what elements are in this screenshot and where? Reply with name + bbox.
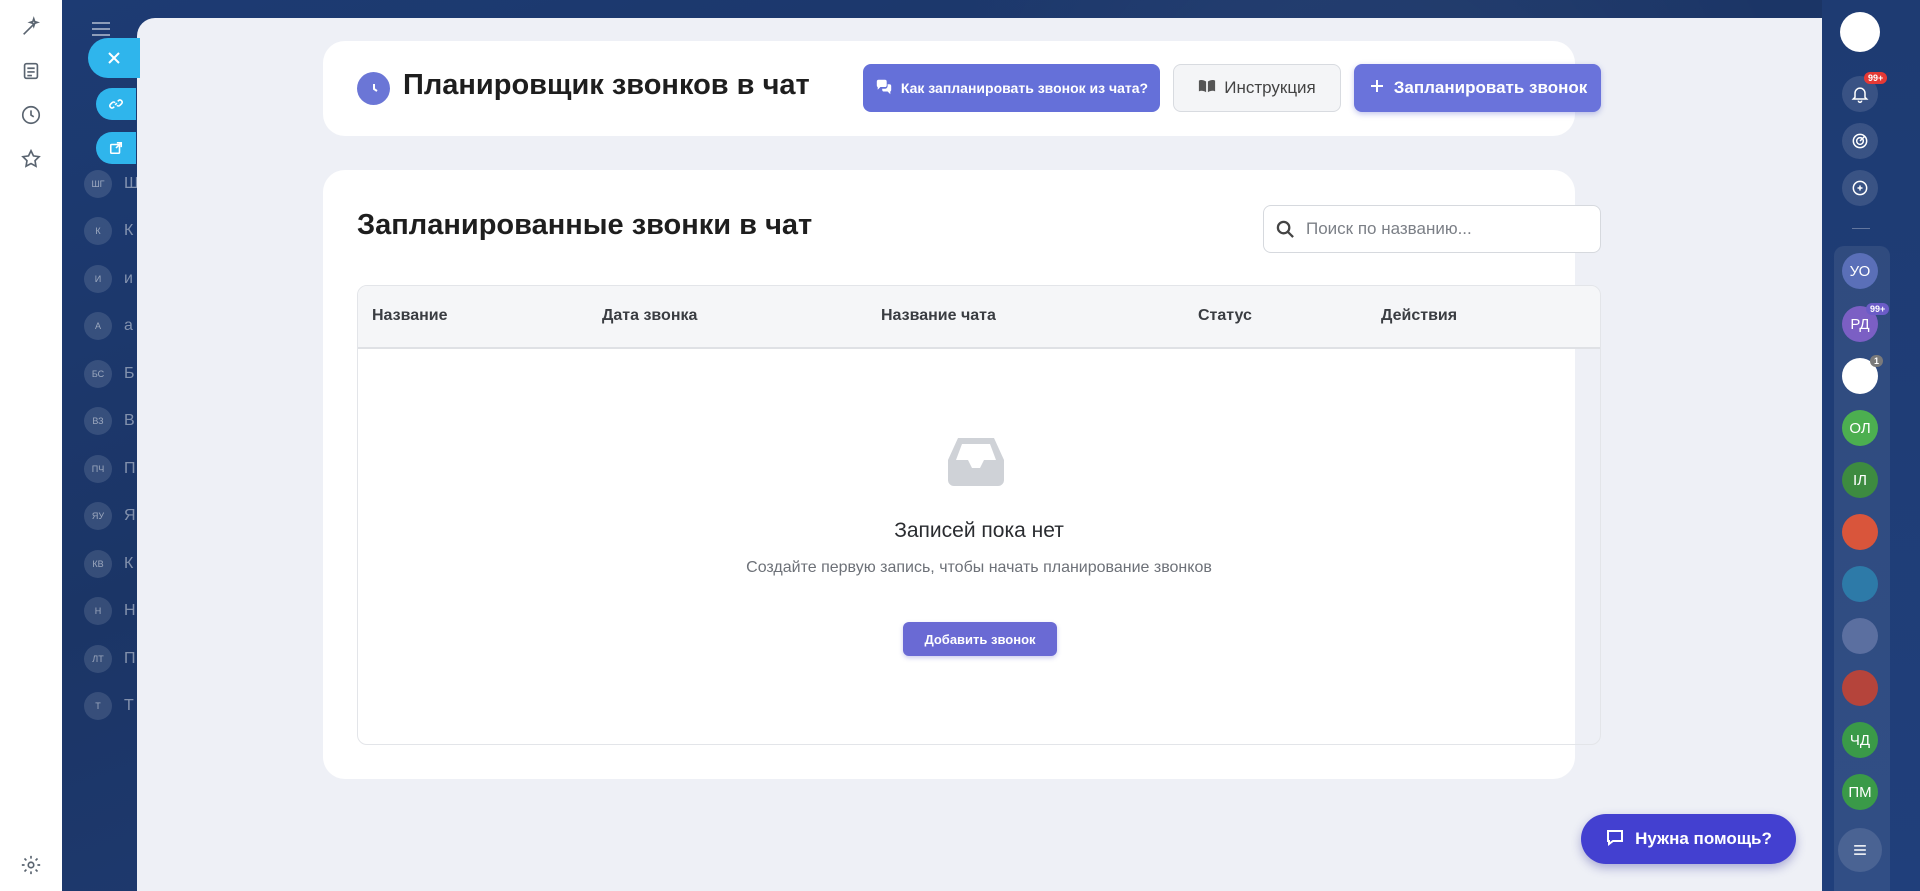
chat-name: Н	[124, 602, 136, 620]
avatar[interactable]: ОЛ	[1842, 410, 1878, 446]
inbox-icon	[948, 436, 1004, 486]
help-label: Нужна помощь?	[1635, 829, 1772, 848]
avatar: ВЗ	[84, 407, 112, 436]
avatar: ЯУ	[84, 502, 112, 531]
tasks-icon[interactable]	[18, 58, 44, 84]
app-left-rail	[0, 0, 62, 891]
magic-icon[interactable]	[18, 14, 44, 40]
notifications-badge: 99+	[1864, 72, 1888, 84]
avatar[interactable]: ІЛ	[1842, 462, 1878, 498]
avatar: БС	[84, 359, 112, 388]
avatar: А	[84, 312, 112, 341]
chat-name: Б	[124, 364, 135, 382]
chat-name: П	[124, 459, 136, 477]
column-call-date[interactable]: Дата звонка	[602, 307, 697, 325]
open-new-window-button[interactable]	[96, 132, 136, 164]
avatar[interactable]	[1842, 514, 1878, 550]
comments-icon	[875, 78, 893, 99]
user-avatar[interactable]	[1840, 12, 1880, 52]
avatar[interactable]: ЧД	[1842, 722, 1878, 758]
how-to-schedule-label: Как запланировать звонок из чата?	[900, 80, 1149, 96]
chat-name: а	[124, 317, 133, 335]
book-icon	[1198, 77, 1216, 100]
avatar[interactable]: ПМ	[1842, 774, 1878, 810]
star-icon[interactable]	[18, 146, 44, 172]
search-box[interactable]	[1263, 205, 1601, 253]
chat-name: и	[124, 269, 133, 287]
chat-bubble-icon	[1605, 827, 1625, 852]
instruction-button[interactable]: Инструкция	[1173, 64, 1341, 112]
chat-name: К	[124, 554, 134, 572]
clock-icon	[357, 72, 390, 105]
avatar: Н	[84, 597, 112, 626]
avatar: ЛТ	[84, 644, 112, 673]
avatar: КВ	[84, 549, 112, 578]
table-header: Название Дата звонка Название чата Стату…	[358, 286, 1600, 349]
schedule-call-label: Запланировать звонок	[1393, 78, 1588, 97]
avatar: Т	[84, 692, 112, 721]
page-title: Планировщик звонков в чат	[403, 69, 810, 101]
add-call-button[interactable]: Добавить звонок	[903, 622, 1057, 656]
column-status[interactable]: Статус	[1198, 307, 1252, 325]
scheduled-calls-card: Запланированные звонки в чат Название Да…	[323, 170, 1601, 779]
column-chat-name[interactable]: Название чата	[881, 307, 996, 325]
settings-gear-icon[interactable]	[18, 852, 44, 878]
avatar[interactable]	[1842, 618, 1878, 654]
messenger-right-rail: 99+ УО РД 99+ 1 ОЛ ІЛ ЧД ПМ	[1822, 0, 1920, 891]
history-icon[interactable]	[18, 102, 44, 128]
section-title: Запланированные звонки в чат	[357, 209, 813, 241]
avatar[interactable]	[1842, 670, 1878, 706]
plus-icon	[1368, 77, 1386, 100]
call-planner-slider: Планировщик звонков в чат Как запланиров…	[137, 18, 1822, 891]
chat-name: Я	[124, 507, 136, 525]
list-menu-icon[interactable]	[1838, 828, 1882, 872]
target-icon[interactable]	[1842, 123, 1878, 159]
calls-table: Название Дата звонка Название чата Стату…	[357, 285, 1601, 745]
instruction-label: Инструкция	[1224, 78, 1316, 97]
chat-name: Т	[124, 697, 134, 715]
avatar: И	[84, 264, 112, 293]
empty-state-subtitle: Создайте первую запись, чтобы начать пла…	[746, 559, 1212, 576]
schedule-call-button[interactable]: Запланировать звонок	[1354, 64, 1601, 112]
search-icon	[1264, 220, 1306, 239]
avatar[interactable]	[1842, 566, 1878, 602]
search-input[interactable]	[1306, 219, 1586, 239]
how-to-schedule-button[interactable]: Как запланировать звонок из чата?	[863, 64, 1160, 112]
column-actions: Действия	[1381, 307, 1458, 324]
avatar: ШГ	[84, 169, 112, 198]
help-button[interactable]: Нужна помощь?	[1581, 814, 1796, 864]
header-card: Планировщик звонков в чат Как запланиров…	[323, 41, 1601, 136]
column-name[interactable]: Название	[372, 307, 448, 325]
avatar: К	[84, 217, 112, 246]
chat-name: П	[124, 649, 136, 667]
avatar: ПЧ	[84, 454, 112, 483]
avatar[interactable]: УО	[1842, 253, 1878, 289]
unread-badge: 1	[1870, 355, 1884, 367]
chat-name: В	[124, 412, 135, 430]
copy-link-button[interactable]	[96, 88, 136, 120]
menu-icon	[92, 22, 110, 36]
chat-name: К	[124, 222, 134, 240]
close-slider-button[interactable]	[88, 38, 140, 78]
unread-badge: 99+	[1866, 303, 1890, 315]
empty-state-title: Записей пока нет	[894, 519, 1064, 542]
search-chat-icon[interactable]	[1842, 170, 1878, 206]
